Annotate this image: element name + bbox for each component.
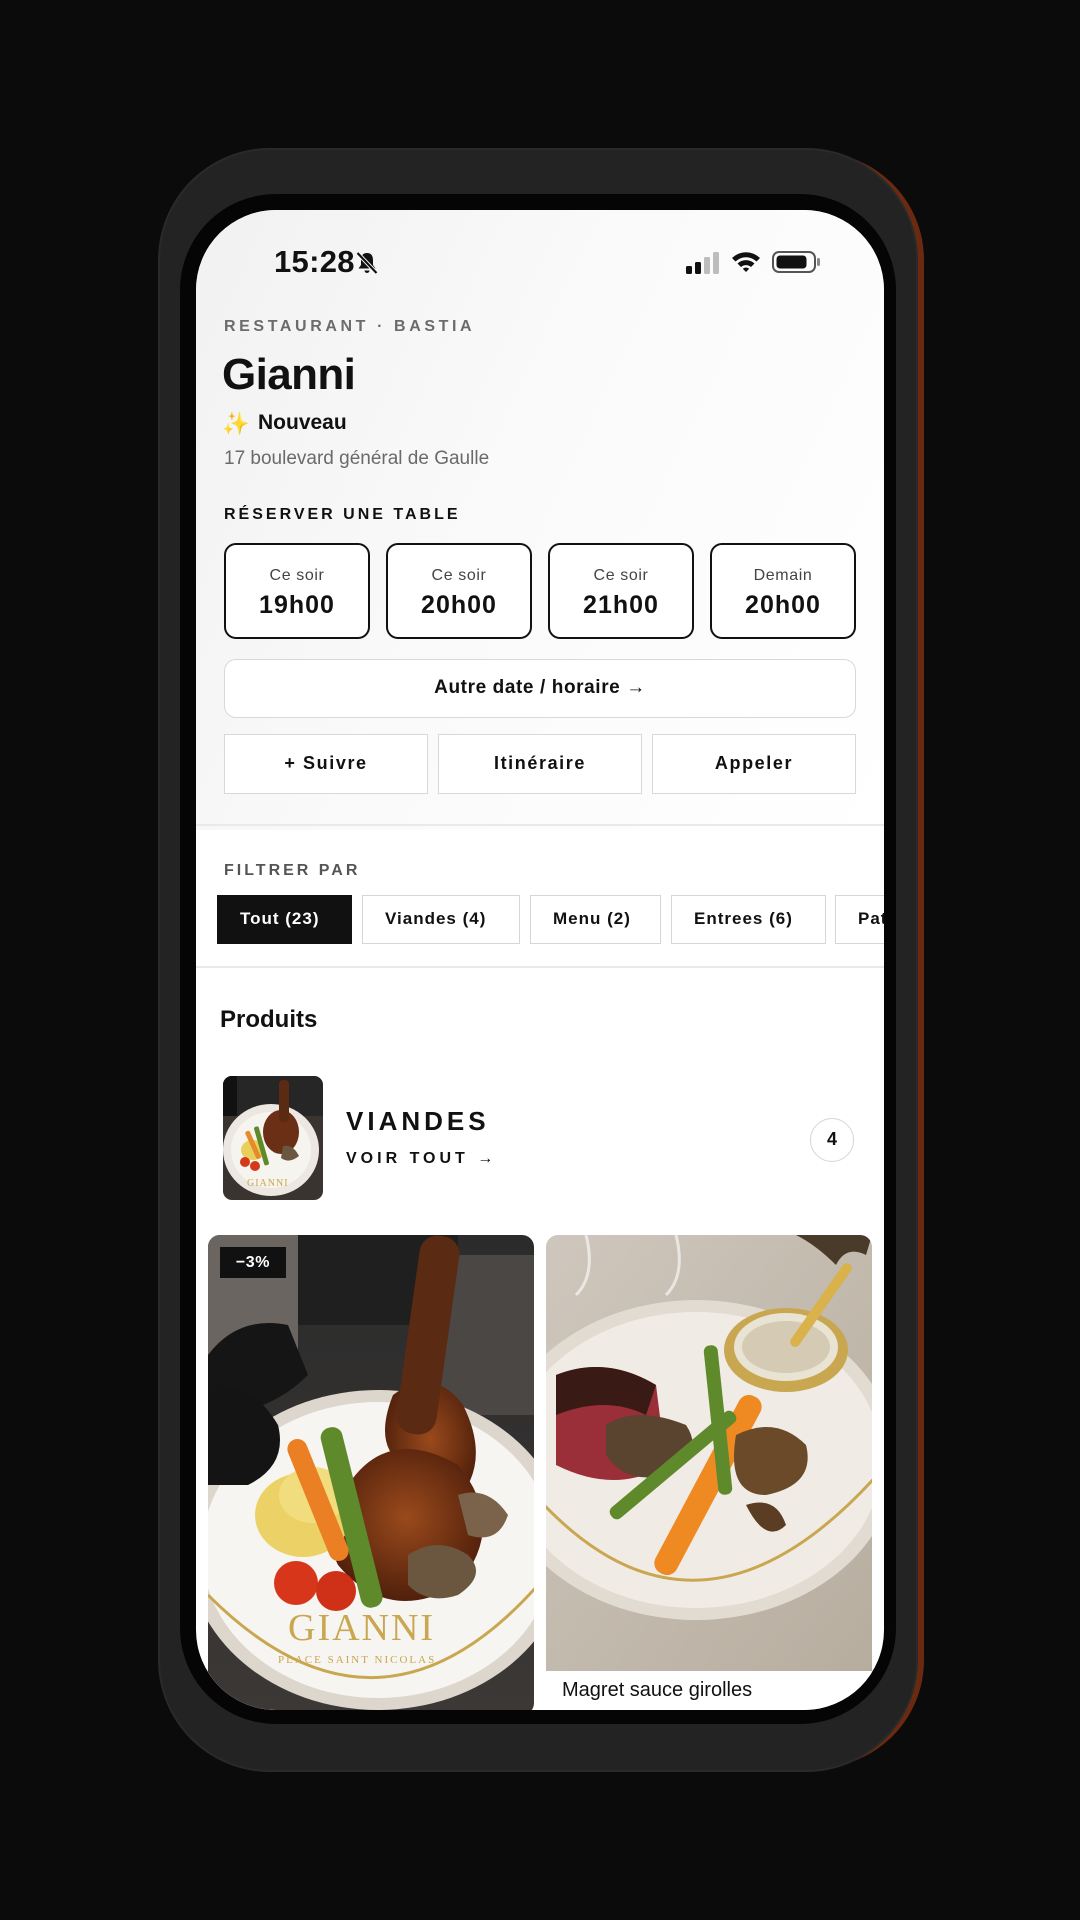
bell-muted-icon [356, 251, 378, 275]
follow-button[interactable]: + Suivre [224, 734, 428, 794]
plate-logo-text: GIANNI [247, 1178, 289, 1189]
call-button[interactable]: Appeler [652, 734, 856, 794]
slot-time: 21h00 [583, 591, 659, 619]
divider [196, 824, 884, 826]
product-card[interactable]: GIANNI PLACE SAINT NICOLAS −3% [208, 1235, 534, 1710]
slot-time: 20h00 [421, 591, 497, 619]
product-card[interactable]: Magret sauce girolles [546, 1235, 872, 1710]
category-count-badge: 4 [810, 1118, 854, 1162]
slot-day: Demain [753, 567, 813, 584]
time-slot-button[interactable]: Ce soir 19h00 [224, 543, 370, 639]
category-name: VIANDES [346, 1106, 490, 1136]
filter-chip-entrees[interactable]: Entrees (6) [671, 895, 826, 944]
filter-chip-all[interactable]: Tout (23) [217, 895, 352, 944]
slot-time: 19h00 [259, 591, 335, 619]
restaurant-name: Gianni [222, 350, 356, 399]
other-date-button[interactable]: Autre date / horaire → [224, 659, 856, 718]
time-slot-button[interactable]: Demain 20h00 [710, 543, 856, 639]
slot-time: 20h00 [745, 591, 821, 619]
filter-chip-viandes[interactable]: Viandes (4) [362, 895, 520, 944]
discount-badge: −3% [220, 1247, 286, 1278]
slot-day: Ce soir [269, 567, 325, 584]
battery-icon [772, 251, 820, 273]
wifi-icon [732, 252, 760, 272]
filter-label: FILTRER PAR [224, 862, 361, 879]
restaurant-kicker: RESTAURANT · BASTIA [224, 318, 476, 335]
status-time: 15:28 [274, 244, 355, 279]
slot-day: Ce soir [431, 567, 487, 584]
sparkles-icon: ✨ [222, 411, 250, 436]
product-image [546, 1235, 872, 1671]
plate-logo-text: GIANNI [288, 1607, 435, 1649]
filter-chip-menu[interactable]: Menu (2) [530, 895, 661, 944]
filter-chip-partial[interactable]: Pat [835, 895, 884, 944]
reservation-label: RÉSERVER UNE TABLE [224, 506, 461, 523]
products-title: Produits [220, 1006, 318, 1033]
see-all-link[interactable]: VOIR TOUT → [346, 1150, 497, 1168]
slot-day: Ce soir [593, 567, 649, 584]
plate-subtext: PLACE SAINT NICOLAS [278, 1654, 436, 1666]
category-thumbnail[interactable]: GIANNI [223, 1076, 323, 1200]
product-title: Magret sauce girolles [562, 1679, 753, 1701]
directions-button[interactable]: Itinéraire [438, 734, 642, 794]
product-image: GIANNI PLACE SAINT NICOLAS [208, 1235, 534, 1710]
phone-screen: 15:28 RESTAURANT · BASTIA Gianni ✨ Nouve [196, 210, 884, 1710]
time-slot-button[interactable]: Ce soir 20h00 [386, 543, 532, 639]
time-slot-button[interactable]: Ce soir 21h00 [548, 543, 694, 639]
signal-icon [686, 252, 719, 274]
divider [196, 966, 884, 968]
new-badge: Nouveau [258, 411, 347, 434]
restaurant-address: 17 boulevard général de Gaulle [224, 448, 490, 469]
